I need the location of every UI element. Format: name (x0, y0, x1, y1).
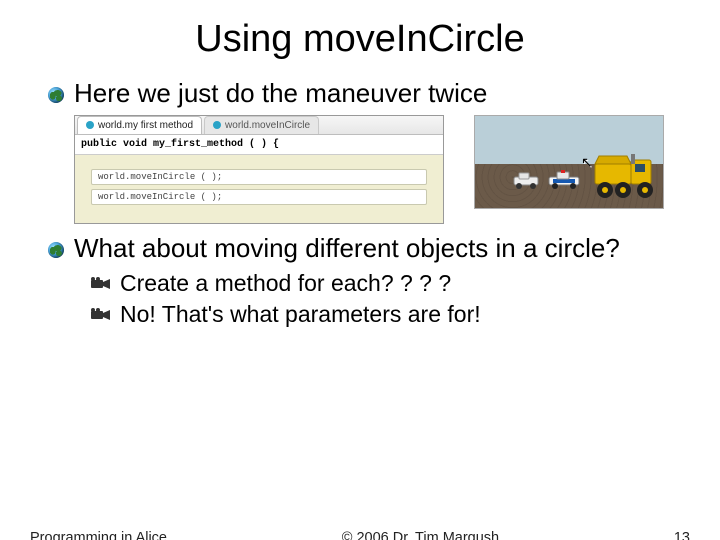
footer-left: Programming in Alice (30, 530, 167, 540)
method-signature: public void my_first_method ( ) { (75, 135, 443, 155)
bullet-level1: What about moving different objects in a… (48, 234, 682, 264)
vehicle-small-car (511, 172, 541, 190)
bullet-text: What about moving different objects in a… (74, 234, 620, 264)
bullet-level1: Here we just do the maneuver twice (48, 79, 682, 109)
dot-icon (213, 121, 221, 129)
code-line[interactable]: world.moveInCircle ( ); (91, 189, 427, 205)
vehicle-police-car (547, 170, 581, 190)
code-line[interactable]: world.moveInCircle ( ); (91, 169, 427, 185)
camera-icon (90, 277, 112, 291)
footer-center: © 2006 Dr. Tim Margush (342, 530, 499, 540)
world-preview: ↖ (474, 115, 664, 209)
bullet-text: Here we just do the maneuver twice (74, 79, 487, 109)
slide-body: Here we just do the maneuver twice world… (48, 79, 682, 329)
code-editor: world.my first method world.moveInCircle… (74, 115, 444, 224)
bullet-level2: No! That's what parameters are for! (90, 301, 682, 329)
tab-inactive[interactable]: world.moveInCircle (204, 116, 319, 134)
dot-icon (86, 121, 94, 129)
globe-icon (48, 242, 64, 258)
globe-icon (48, 87, 64, 103)
bullet-text: Create a method for each? ? ? ? (120, 270, 451, 298)
bullet-text: No! That's what parameters are for! (120, 301, 481, 329)
footer-right: 13 (674, 530, 690, 540)
tab-label: world.my first method (98, 120, 193, 131)
bullet-level2: Create a method for each? ? ? ? (90, 270, 682, 298)
illustration-row: world.my first method world.moveInCircle… (74, 115, 682, 224)
tab-active[interactable]: world.my first method (77, 116, 202, 134)
slide-title: Using moveInCircle (0, 18, 720, 61)
footer: Programming in Alice © 2006 Dr. Tim Marg… (0, 530, 720, 540)
vehicle-dump-truck (593, 146, 659, 200)
code-area: world.moveInCircle ( ); world.moveInCirc… (75, 155, 443, 223)
camera-icon (90, 308, 112, 322)
tab-bar: world.my first method world.moveInCircle (75, 116, 443, 135)
tab-label: world.moveInCircle (225, 120, 310, 131)
